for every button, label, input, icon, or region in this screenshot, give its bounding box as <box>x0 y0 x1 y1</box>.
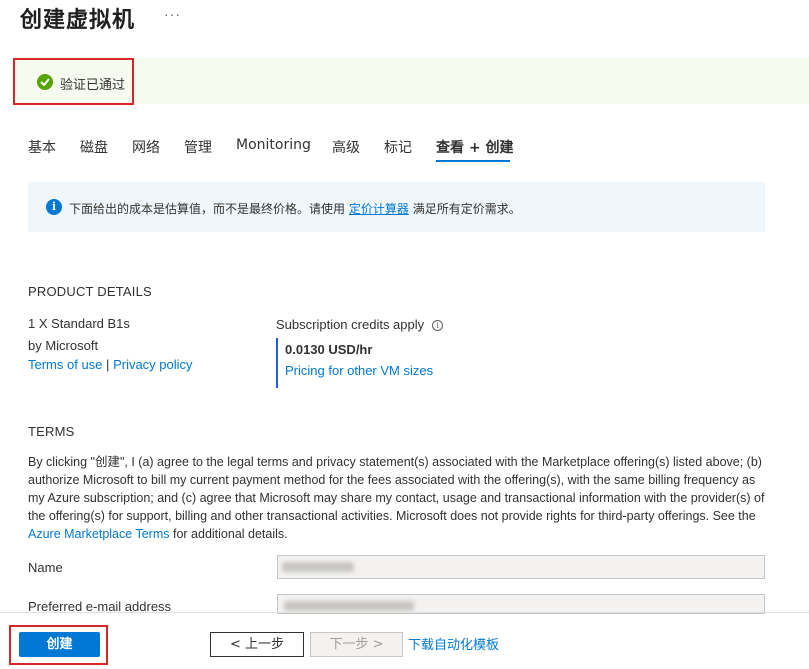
product-name: 1 X Standard B1s <box>28 316 130 331</box>
footer-divider <box>0 612 809 613</box>
terms-text: By clicking "创建", I (a) agree to the leg… <box>28 455 765 523</box>
tab-networking[interactable]: 网络 <box>132 137 160 157</box>
credits-label: Subscription credits apply <box>276 317 425 332</box>
redacted-value <box>284 601 414 611</box>
info-message: 下面给出的成本是估算值，而不是最终价格。请使用 定价计算器 满足所有定价需求。 <box>69 200 521 217</box>
product-publisher: by Microsoft <box>28 338 99 353</box>
create-button[interactable]: 创建 <box>19 632 100 657</box>
tab-review-create[interactable]: 查看 + 创建 <box>436 137 513 157</box>
tab-basics[interactable]: 基本 <box>28 137 56 157</box>
info-text-before: 下面给出的成本是估算值，而不是最终价格。请使用 <box>69 202 346 216</box>
terms-of-use-link[interactable]: Terms of use <box>28 357 102 372</box>
price-value: 0.0130 USD/hr <box>285 342 373 357</box>
active-tab-indicator <box>436 160 510 162</box>
product-links: Terms of use | Privacy policy <box>28 357 193 372</box>
terms-heading: TERMS <box>28 424 75 439</box>
validation-status-text: 验证已通过 <box>60 78 126 93</box>
info-icon[interactable]: i <box>432 320 444 331</box>
tab-advanced[interactable]: 高级 <box>332 137 360 157</box>
previous-button[interactable]: < 上一步 <box>210 632 304 657</box>
more-options-icon[interactable]: ··· <box>164 6 181 22</box>
credits-row: Subscription credits apply i <box>276 317 444 332</box>
redacted-value <box>282 562 354 572</box>
terms-text-after: for additional details. <box>172 527 288 541</box>
check-circle-icon <box>37 74 53 90</box>
pricing-calculator-link[interactable]: 定价计算器 <box>349 202 409 216</box>
email-field[interactable] <box>277 594 765 614</box>
price-accent-bar <box>276 338 278 388</box>
product-details-heading: PRODUCT DETAILS <box>28 284 152 299</box>
marketplace-terms-link[interactable]: Azure Marketplace Terms <box>28 527 170 541</box>
next-button[interactable]: 下一步 > <box>310 632 403 657</box>
info-icon: i <box>46 199 62 215</box>
tab-monitoring[interactable]: Monitoring <box>236 137 311 153</box>
page-title: 创建虚拟机 <box>20 8 136 33</box>
terms-body: By clicking "创建", I (a) agree to the leg… <box>28 453 768 543</box>
link-separator: | <box>106 357 110 372</box>
tab-management[interactable]: 管理 <box>184 137 212 157</box>
tab-disks[interactable]: 磁盘 <box>80 137 108 157</box>
pricing-other-sizes-link[interactable]: Pricing for other VM sizes <box>285 363 433 378</box>
privacy-policy-link[interactable]: Privacy policy <box>113 357 192 372</box>
download-template-link[interactable]: 下载自动化模板 <box>408 634 499 653</box>
name-label: Name <box>28 560 63 575</box>
info-text-after: 满足所有定价需求。 <box>412 202 521 216</box>
name-field[interactable] <box>277 555 765 579</box>
tab-tags[interactable]: 标记 <box>384 137 412 157</box>
